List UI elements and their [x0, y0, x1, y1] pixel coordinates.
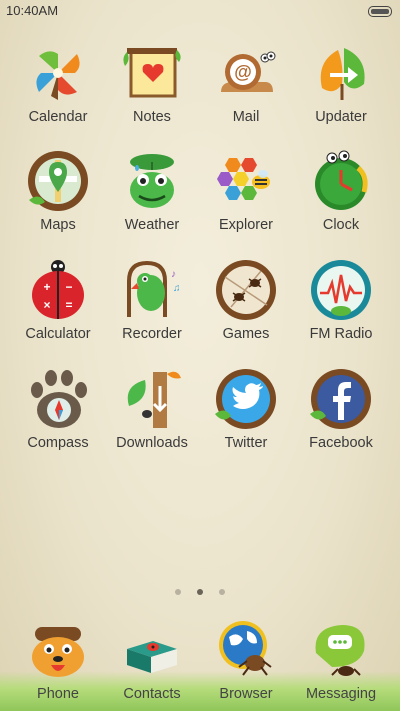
app-explorer[interactable]: Explorer — [199, 148, 293, 233]
battery-icon — [368, 6, 392, 17]
phone-icon — [32, 627, 84, 677]
app-weather[interactable]: Weather — [105, 148, 199, 233]
facebook-icon — [310, 369, 371, 429]
app-label: Notes — [133, 109, 171, 125]
svg-text:=: = — [65, 298, 72, 312]
notes-icon — [123, 48, 181, 98]
compass-icon — [31, 370, 87, 428]
app-clock[interactable]: Clock — [294, 148, 388, 233]
app-label: Facebook — [309, 435, 373, 451]
page-dot[interactable] — [219, 589, 226, 595]
app-label: Twitter — [224, 435, 268, 451]
svg-text:@: @ — [234, 62, 252, 82]
app-label: Calculator — [25, 326, 91, 342]
app-label: FM Radio — [309, 326, 373, 342]
recorder-icon: ♪ ♫ — [127, 260, 181, 317]
updater-icon — [320, 48, 365, 100]
app-calculator[interactable]: + − × = Calculator — [11, 257, 105, 342]
calendar-icon — [36, 51, 80, 100]
app-mail[interactable]: @ Mail — [199, 40, 293, 125]
app-recorder[interactable]: ♪ ♫ Recorder — [105, 257, 199, 342]
app-facebook[interactable]: Facebook — [294, 366, 388, 451]
svg-text:×: × — [43, 298, 50, 312]
app-calendar[interactable]: Calendar — [11, 40, 105, 125]
clock-icon — [315, 150, 368, 210]
app-label: Maps — [40, 217, 76, 233]
app-notes[interactable]: Notes — [105, 40, 199, 125]
downloads-icon — [127, 371, 181, 428]
mail-icon: @ — [221, 51, 276, 92]
app-label: Clock — [322, 217, 360, 233]
app-maps[interactable]: Maps — [11, 148, 105, 233]
app-label: Contacts — [123, 686, 181, 702]
weather-icon — [130, 154, 174, 208]
app-games[interactable]: Games — [199, 257, 293, 342]
twitter-icon — [215, 369, 276, 429]
games-icon — [216, 260, 276, 320]
app-label: Browser — [219, 686, 273, 702]
app-label: Phone — [37, 686, 79, 702]
app-label: Messaging — [305, 686, 377, 702]
app-label: Recorder — [122, 326, 182, 342]
contacts-icon — [127, 641, 177, 673]
dock-contacts[interactable]: Contacts — [105, 617, 199, 702]
app-updater[interactable]: Updater — [294, 40, 388, 125]
svg-text:♫: ♫ — [173, 283, 181, 294]
dock-phone[interactable]: Phone — [11, 617, 105, 702]
dock-browser[interactable]: Browser — [199, 617, 293, 702]
status-bar: 10:40AM — [0, 0, 400, 22]
status-time: 10:40AM — [6, 3, 59, 18]
app-label: Mail — [232, 109, 260, 125]
fm-radio-icon — [311, 260, 371, 320]
maps-icon — [28, 151, 88, 211]
app-label: Compass — [27, 435, 89, 451]
messaging-icon — [315, 625, 365, 676]
app-fm-radio[interactable]: FM Radio — [294, 257, 388, 342]
app-compass[interactable]: Compass — [11, 366, 105, 451]
dock-messaging[interactable]: Messaging — [294, 617, 388, 702]
browser-icon — [219, 621, 272, 676]
svg-text:♪: ♪ — [171, 269, 176, 280]
page-indicator[interactable] — [0, 582, 400, 600]
page-dot[interactable] — [174, 589, 181, 595]
calculator-icon: + − × = — [32, 260, 84, 319]
app-twitter[interactable]: Twitter — [199, 366, 293, 451]
svg-text:+: + — [43, 280, 50, 294]
app-label: Explorer — [219, 217, 273, 233]
app-label: Weather — [124, 217, 180, 233]
app-label: Games — [222, 326, 270, 342]
page-dot-active[interactable] — [197, 589, 203, 595]
app-label: Calendar — [28, 109, 88, 125]
svg-text:−: − — [65, 280, 72, 294]
app-label: Updater — [315, 109, 367, 125]
explorer-icon — [217, 158, 270, 200]
app-downloads[interactable]: Downloads — [105, 366, 199, 451]
app-label: Downloads — [116, 435, 188, 451]
